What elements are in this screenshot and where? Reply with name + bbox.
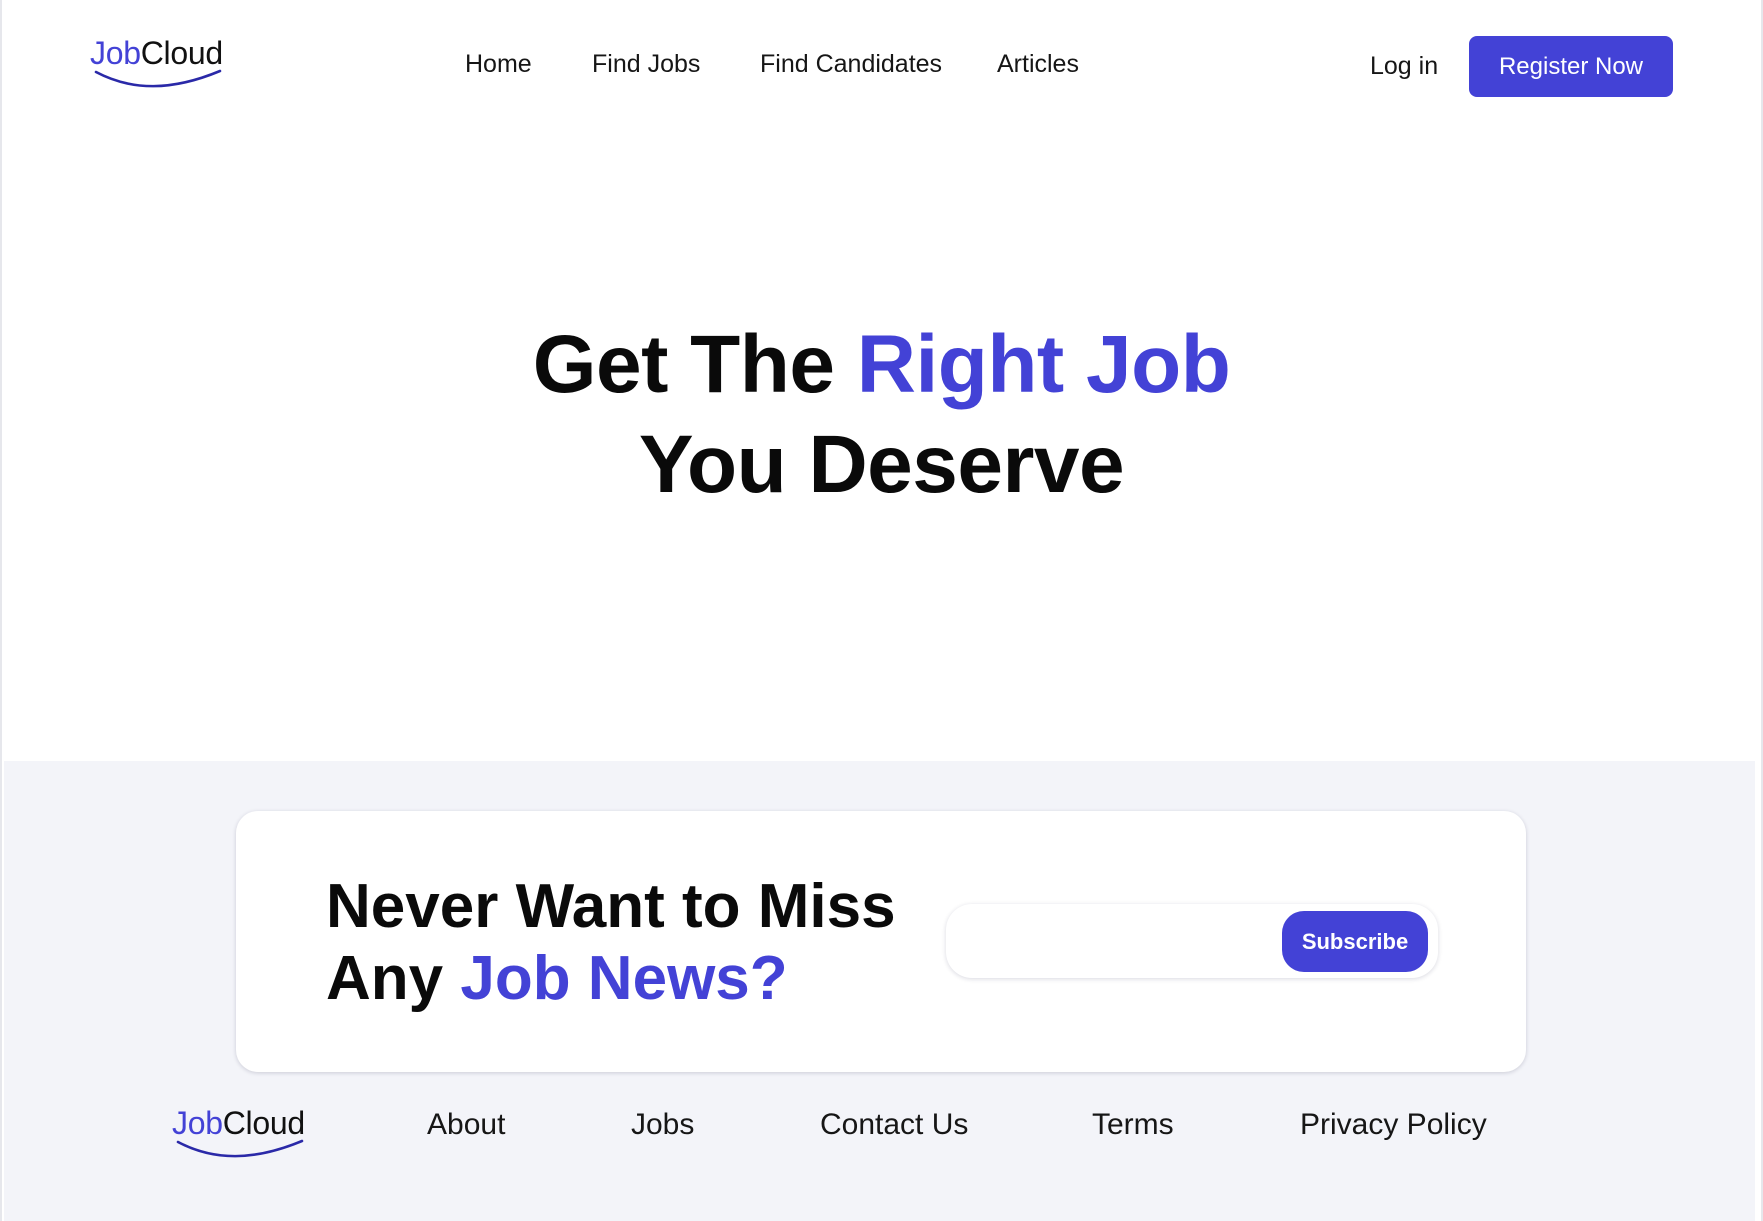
page: JobCloud Home Find Jobs Find Candidates … [0, 0, 1763, 1221]
subscribe-form: Subscribe [946, 904, 1438, 978]
bottom-band: Never Want to Miss Any Job News? Subscri… [4, 761, 1755, 1221]
register-button[interactable]: Register Now [1469, 36, 1673, 97]
footer-logo-swoosh-icon [176, 1139, 304, 1158]
nav-home[interactable]: Home [465, 46, 532, 82]
email-input[interactable] [966, 916, 1266, 966]
newsletter-title-accent: Job News? [460, 944, 788, 1013]
hero-title-accent: Right Job [856, 319, 1231, 410]
newsletter-card: Never Want to Miss Any Job News? Subscri… [236, 811, 1526, 1072]
footer-link-jobs[interactable]: Jobs [631, 1105, 694, 1145]
footer-link-contact-us[interactable]: Contact Us [820, 1105, 968, 1145]
footer-link-terms[interactable]: Terms [1092, 1105, 1174, 1145]
site-footer: JobCloud About Jobs Contact Us Terms Pri… [4, 1101, 1755, 1161]
footer-logo[interactable]: JobCloud [172, 1107, 305, 1158]
subscribe-button[interactable]: Subscribe [1282, 911, 1428, 972]
newsletter-title-line-2: Any Job News? [326, 943, 896, 1015]
newsletter-title-line-1: Never Want to Miss [326, 872, 896, 941]
hero-title-line-2: You Deserve [638, 419, 1125, 510]
hero-title-line-1: Get The Right Job [2, 315, 1761, 415]
hero-title: Get The Right Job You Deserve [2, 315, 1761, 515]
hero-section: Get The Right Job You Deserve [2, 315, 1761, 515]
nav-find-jobs[interactable]: Find Jobs [592, 46, 700, 82]
newsletter-title: Never Want to Miss Any Job News? [326, 871, 896, 1015]
hero-title-plain: Get The [532, 319, 857, 410]
site-header: JobCloud Home Find Jobs Find Candidates … [2, 0, 1761, 130]
nav-articles[interactable]: Articles [997, 46, 1079, 82]
footer-link-about[interactable]: About [427, 1105, 505, 1145]
nav-find-candidates[interactable]: Find Candidates [760, 46, 942, 82]
login-link[interactable]: Log in [1370, 48, 1438, 84]
newsletter-title-plain: Any [326, 944, 461, 1013]
footer-link-privacy-policy[interactable]: Privacy Policy [1300, 1105, 1487, 1145]
